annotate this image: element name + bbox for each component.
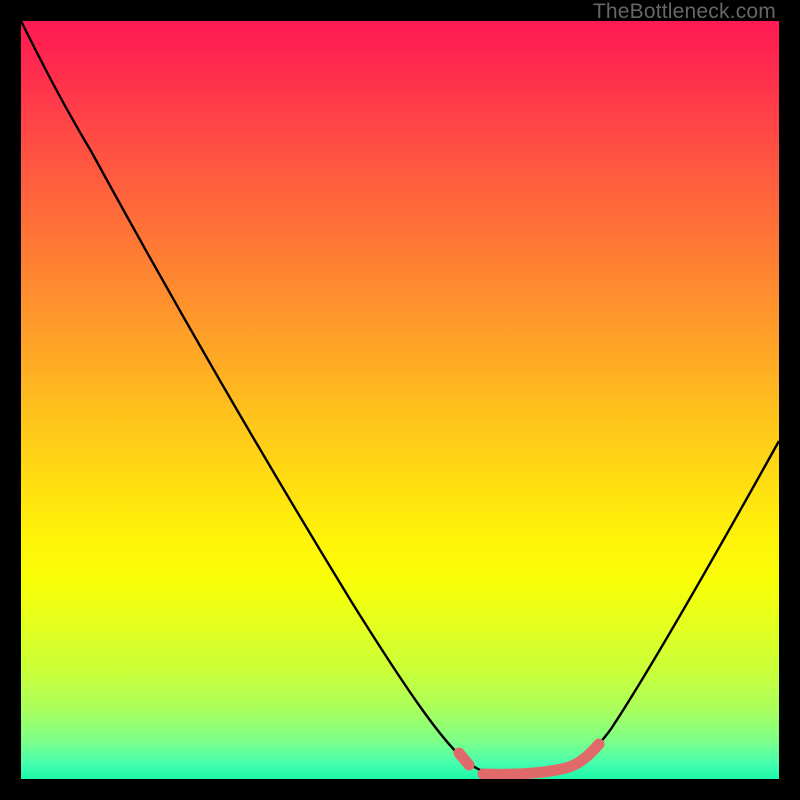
plot-area <box>21 21 779 779</box>
chart-stage: TheBottleneck.com <box>0 0 800 800</box>
optimal-zone-highlight <box>459 744 599 774</box>
curve-path <box>21 21 779 774</box>
bottleneck-curve <box>21 21 779 779</box>
